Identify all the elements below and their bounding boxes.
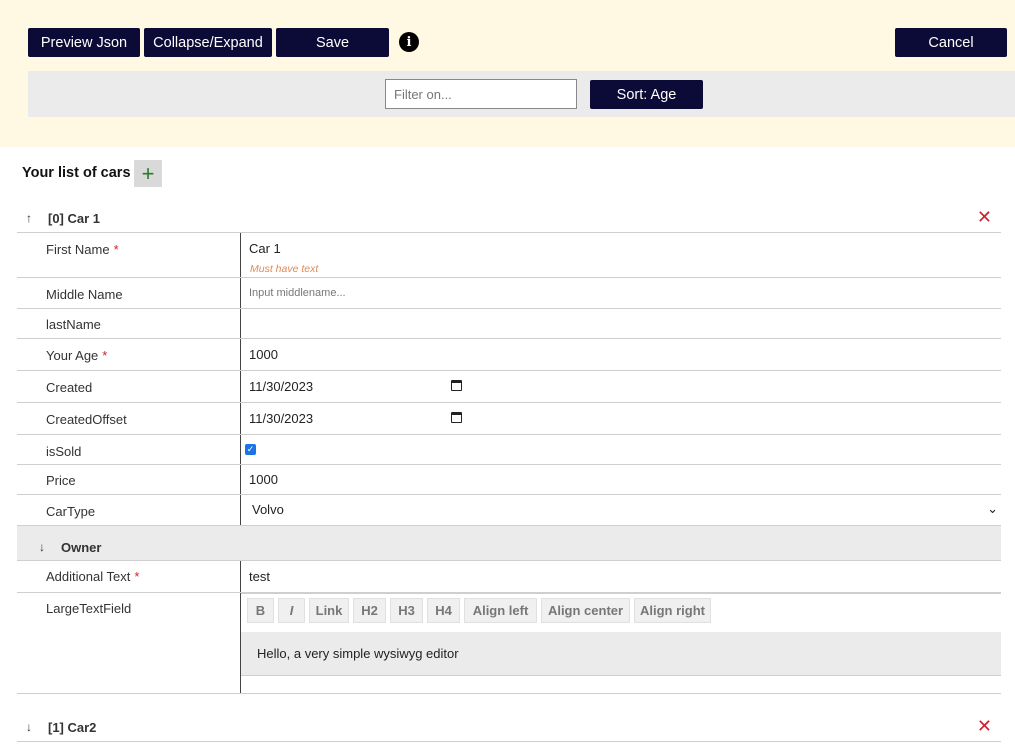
item-title: [1] Car2 bbox=[48, 720, 97, 735]
bold-button[interactable]: B bbox=[247, 598, 274, 623]
field-label: Created bbox=[46, 380, 93, 395]
editor-content[interactable]: Hello, a very simple wysiwyg editor bbox=[241, 632, 1001, 676]
field-row-middle-name: Middle Name Input middlename... bbox=[17, 278, 1001, 309]
field-row-last-name: lastName bbox=[17, 309, 1001, 339]
divider bbox=[240, 561, 241, 592]
wysiwyg-editor: B I Link H2 H3 H4 Align left Align cente… bbox=[241, 593, 1001, 676]
collapse-expand-button[interactable]: Collapse/Expand bbox=[144, 28, 272, 57]
field-label: Middle Name bbox=[46, 287, 123, 302]
field-label: Additional Text * bbox=[46, 569, 140, 584]
additional-text-input[interactable]: test bbox=[249, 569, 270, 584]
expand-arrow-icon[interactable]: ↓ bbox=[39, 540, 45, 554]
field-label: isSold bbox=[46, 444, 82, 459]
divider bbox=[240, 435, 241, 464]
last-name-input[interactable] bbox=[249, 317, 949, 331]
remove-item-icon[interactable]: ✕ bbox=[977, 716, 992, 737]
divider bbox=[240, 465, 241, 494]
age-input[interactable]: 1000 bbox=[249, 347, 278, 362]
owner-title: Owner bbox=[61, 540, 102, 555]
collapse-arrow-icon[interactable]: ↑ bbox=[26, 211, 32, 225]
divider bbox=[240, 495, 241, 525]
required-marker: * bbox=[134, 569, 140, 584]
first-name-input[interactable]: Car 1 bbox=[249, 241, 281, 256]
h4-button[interactable]: H4 bbox=[427, 598, 460, 623]
editor-toolbar: B I Link H2 H3 H4 Align left Align cente… bbox=[241, 594, 1001, 632]
sort-button[interactable]: Sort: Age bbox=[590, 80, 703, 109]
remove-item-icon[interactable]: ✕ bbox=[977, 207, 992, 228]
created-date-input[interactable]: 11/30/2023 bbox=[249, 379, 313, 394]
field-row-price: Price 1000 bbox=[17, 465, 1001, 495]
validation-hint: Must have text bbox=[250, 263, 319, 275]
align-right-button[interactable]: Align right bbox=[634, 598, 711, 623]
divider bbox=[240, 371, 241, 402]
field-row-created: Created 11/30/2023 bbox=[17, 371, 1001, 403]
required-marker: * bbox=[113, 242, 119, 257]
price-input[interactable]: 1000 bbox=[249, 472, 278, 487]
field-label: Your Age * bbox=[46, 348, 108, 363]
middle-name-input[interactable]: Input middlename... bbox=[249, 287, 346, 299]
calendar-icon[interactable] bbox=[451, 412, 462, 423]
align-left-button[interactable]: Align left bbox=[464, 598, 537, 623]
field-label: CarType bbox=[46, 504, 96, 519]
list-title: Your list of cars bbox=[22, 165, 131, 181]
field-row-created-offset: CreatedOffset 11/30/2023 bbox=[17, 403, 1001, 435]
filter-input[interactable] bbox=[385, 79, 577, 109]
field-row-car-type: CarType Volvo ⌄ bbox=[17, 495, 1001, 526]
italic-button[interactable]: I bbox=[278, 598, 305, 623]
chevron-down-icon[interactable]: ⌄ bbox=[987, 501, 998, 517]
h3-button[interactable]: H3 bbox=[390, 598, 423, 623]
link-button[interactable]: Link bbox=[309, 598, 349, 623]
field-label: LargeTextField bbox=[46, 601, 132, 616]
divider bbox=[240, 233, 241, 277]
divider bbox=[240, 309, 241, 338]
divider bbox=[240, 403, 241, 434]
field-label: lastName bbox=[46, 317, 101, 332]
calendar-icon[interactable] bbox=[451, 380, 462, 391]
field-row-first-name: First Name * Car 1 Must have text bbox=[17, 233, 1001, 278]
required-marker: * bbox=[102, 348, 108, 363]
expand-arrow-icon[interactable]: ↓ bbox=[26, 720, 32, 734]
field-row-is-sold: isSold ✓ bbox=[17, 435, 1001, 465]
preview-json-button[interactable]: Preview Json bbox=[28, 28, 140, 57]
owner-section-header[interactable]: ↓ Owner bbox=[17, 526, 1001, 561]
divider bbox=[240, 339, 241, 370]
created-offset-date-input[interactable]: 11/30/2023 bbox=[249, 411, 313, 426]
add-item-button[interactable]: + bbox=[134, 160, 162, 187]
align-center-button[interactable]: Align center bbox=[541, 598, 630, 623]
h2-button[interactable]: H2 bbox=[353, 598, 386, 623]
info-icon[interactable]: i bbox=[399, 32, 419, 52]
field-row-additional-text: Additional Text * test bbox=[17, 561, 1001, 593]
save-button[interactable]: Save bbox=[276, 28, 389, 57]
field-label: CreatedOffset bbox=[46, 412, 127, 427]
item-title: [0] Car 1 bbox=[48, 211, 101, 226]
divider bbox=[240, 278, 241, 308]
field-label: First Name * bbox=[46, 242, 119, 257]
field-row-age: Your Age * 1000 bbox=[17, 339, 1001, 371]
filter-bar: Sort: Age bbox=[28, 71, 1015, 117]
car-type-select[interactable]: Volvo bbox=[252, 502, 284, 517]
item-header[interactable]: ↓ [1] Car2 ✕ bbox=[17, 714, 1001, 742]
top-toolbar: Preview Json Collapse/Expand Save i Canc… bbox=[0, 0, 1015, 147]
editor-text: Hello, a very simple wysiwyg editor bbox=[257, 646, 459, 661]
is-sold-checkbox[interactable]: ✓ bbox=[245, 444, 256, 455]
field-row-large-text: LargeTextField B I Link H2 H3 H4 Align l… bbox=[17, 593, 1001, 694]
cancel-button[interactable]: Cancel bbox=[895, 28, 1007, 57]
item-header[interactable]: ↑ [0] Car 1 ✕ bbox=[17, 205, 1001, 233]
field-label: Price bbox=[46, 473, 76, 488]
